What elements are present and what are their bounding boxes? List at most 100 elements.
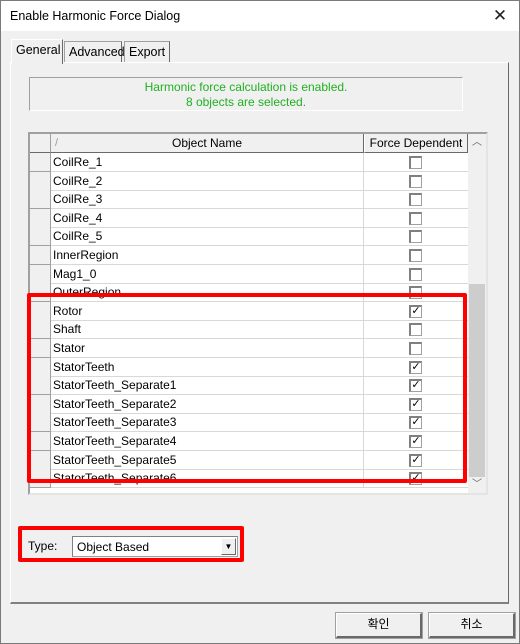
row-selector[interactable] bbox=[30, 394, 51, 414]
row-selector[interactable] bbox=[30, 227, 51, 247]
window-title: Enable Harmonic Force Dialog bbox=[10, 9, 181, 23]
title-bar: Enable Harmonic Force Dialog ✕ bbox=[1, 1, 519, 31]
force-dependent-cell bbox=[364, 209, 468, 228]
table-row[interactable]: StatorTeeth_Separate5 ✓ bbox=[30, 450, 468, 470]
checkbox-checked[interactable]: ✓ bbox=[409, 360, 422, 374]
force-dependent-cell: ✓ bbox=[364, 376, 468, 396]
checkbox-unchecked[interactable] bbox=[409, 267, 422, 281]
checkbox-unchecked[interactable] bbox=[409, 286, 422, 300]
checkbox-unchecked[interactable] bbox=[409, 230, 422, 244]
object-name-cell[interactable]: CoilRe_4 bbox=[51, 208, 364, 228]
checkbox-unchecked[interactable] bbox=[409, 323, 422, 337]
table-row[interactable]: StatorTeeth_Separate6 ✓ bbox=[30, 469, 468, 489]
table-row[interactable]: StatorTeeth_Separate1 ✓ bbox=[30, 376, 468, 396]
type-dropdown-value: Object Based bbox=[77, 540, 150, 554]
sort-indicator-icon: / bbox=[55, 137, 59, 149]
table-row[interactable]: StatorTeeth_Separate3 ✓ bbox=[30, 413, 468, 433]
column-header-label: Object Name bbox=[171, 136, 243, 150]
scrollbar-thumb[interactable] bbox=[469, 284, 485, 477]
row-selector[interactable] bbox=[30, 171, 51, 191]
object-name-cell[interactable]: CoilRe_1 bbox=[51, 153, 364, 172]
object-name-cell[interactable]: CoilRe_5 bbox=[51, 227, 364, 247]
checkbox-checked[interactable]: ✓ bbox=[409, 397, 422, 411]
row-selector[interactable] bbox=[30, 301, 51, 321]
chevron-down-icon[interactable]: ﹀ bbox=[468, 476, 486, 493]
object-name-cell[interactable]: StatorTeeth bbox=[51, 357, 364, 377]
row-selector[interactable] bbox=[30, 208, 51, 228]
checkbox-checked[interactable]: ✓ bbox=[409, 435, 422, 448]
checkmark-icon: ✓ bbox=[411, 304, 421, 317]
object-name-cell[interactable]: Stator bbox=[51, 339, 364, 358]
checkbox-unchecked[interactable] bbox=[409, 156, 422, 169]
chevron-up-icon[interactable]: ︿ bbox=[468, 134, 486, 151]
table-row[interactable]: StatorTeeth ✓ bbox=[30, 357, 468, 377]
object-name-cell[interactable]: Mag1_0 bbox=[51, 264, 364, 284]
table-row[interactable]: CoilRe_5 bbox=[30, 227, 468, 247]
object-name-cell[interactable]: StatorTeeth_Separate3 bbox=[51, 413, 364, 433]
row-selector[interactable] bbox=[30, 190, 51, 210]
row-selector[interactable] bbox=[30, 469, 51, 489]
checkbox-checked[interactable]: ✓ bbox=[409, 416, 422, 430]
table-row[interactable]: Shaft bbox=[30, 320, 468, 340]
ok-button[interactable]: 확인 bbox=[335, 612, 423, 639]
row-selector[interactable] bbox=[30, 450, 51, 470]
row-selector[interactable] bbox=[30, 432, 51, 451]
tab-export[interactable]: Export bbox=[124, 41, 170, 63]
row-selector[interactable] bbox=[30, 413, 51, 433]
row-selector[interactable] bbox=[30, 153, 51, 172]
table-row[interactable]: CoilRe_4 bbox=[30, 208, 468, 228]
object-name-cell[interactable]: CoilRe_3 bbox=[51, 190, 364, 210]
object-name-cell[interactable]: Shaft bbox=[51, 320, 364, 340]
row-selector[interactable] bbox=[30, 339, 51, 358]
object-name-cell[interactable]: CoilRe_2 bbox=[51, 171, 364, 191]
table-row[interactable]: InnerRegion bbox=[30, 246, 468, 265]
type-dropdown[interactable]: Object Based ▼ bbox=[72, 536, 238, 557]
dropdown-arrow-icon[interactable]: ▼ bbox=[221, 538, 236, 555]
checkbox-unchecked[interactable] bbox=[409, 193, 422, 207]
vertical-scrollbar[interactable]: ︿ ﹀ bbox=[468, 134, 486, 493]
table-row[interactable]: Mag1_0 bbox=[30, 264, 468, 284]
object-name-cell[interactable]: StatorTeeth_Separate2 bbox=[51, 394, 364, 414]
table-row[interactable]: CoilRe_1 bbox=[30, 153, 468, 172]
force-dependent-cell: ✓ bbox=[364, 469, 468, 489]
row-selector-header[interactable] bbox=[30, 134, 51, 153]
checkbox-unchecked[interactable] bbox=[409, 249, 422, 262]
row-selector[interactable] bbox=[30, 246, 51, 265]
row-selector[interactable] bbox=[30, 357, 51, 377]
object-name-cell[interactable]: Rotor bbox=[51, 301, 364, 321]
checkbox-unchecked[interactable] bbox=[409, 174, 422, 188]
object-name-cell[interactable]: InnerRegion bbox=[51, 246, 364, 265]
close-icon[interactable]: ✕ bbox=[489, 5, 511, 27]
table-row[interactable]: Rotor ✓ bbox=[30, 301, 468, 321]
object-name-cell[interactable]: StatorTeeth_Separate1 bbox=[51, 376, 364, 396]
object-name-cell[interactable]: StatorTeeth_Separate5 bbox=[51, 450, 364, 470]
object-name-cell[interactable]: OuterRegion bbox=[51, 283, 364, 303]
table-row[interactable]: CoilRe_2 bbox=[30, 171, 468, 191]
object-grid: / Object Name Force Dependent CoilRe_1 Co… bbox=[28, 132, 488, 495]
table-row[interactable]: StatorTeeth_Separate2 ✓ bbox=[30, 394, 468, 414]
table-row[interactable]: CoilRe_3 bbox=[30, 190, 468, 210]
dialog-window: Enable Harmonic Force Dialog ✕ General A… bbox=[0, 0, 520, 644]
force-dependent-cell bbox=[364, 265, 468, 284]
checkbox-checked[interactable]: ✓ bbox=[409, 453, 422, 467]
column-header-object-name[interactable]: / Object Name bbox=[51, 134, 364, 153]
cancel-button[interactable]: 취소 bbox=[428, 612, 516, 639]
object-name-cell[interactable]: StatorTeeth_Separate4 bbox=[51, 432, 364, 451]
row-selector[interactable] bbox=[30, 376, 51, 396]
row-selector[interactable] bbox=[30, 283, 51, 303]
type-label: Type: bbox=[28, 539, 58, 553]
checkbox-checked[interactable]: ✓ bbox=[409, 304, 422, 318]
checkbox-unchecked[interactable] bbox=[409, 342, 422, 355]
object-name-cell[interactable]: StatorTeeth_Separate6 bbox=[51, 469, 364, 489]
row-selector[interactable] bbox=[30, 320, 51, 340]
table-row[interactable]: StatorTeeth_Separate4 ✓ bbox=[30, 432, 468, 451]
table-row[interactable]: OuterRegion bbox=[30, 283, 468, 303]
checkbox-checked[interactable]: ✓ bbox=[409, 472, 422, 486]
row-selector[interactable] bbox=[30, 264, 51, 284]
checkbox-checked[interactable]: ✓ bbox=[409, 379, 422, 393]
tab-general[interactable]: General bbox=[11, 39, 63, 64]
tab-advanced[interactable]: Advanced bbox=[64, 41, 125, 63]
checkbox-unchecked[interactable] bbox=[409, 211, 422, 225]
table-row[interactable]: Stator bbox=[30, 339, 468, 358]
column-header-force-dependent[interactable]: Force Dependent bbox=[364, 134, 468, 153]
